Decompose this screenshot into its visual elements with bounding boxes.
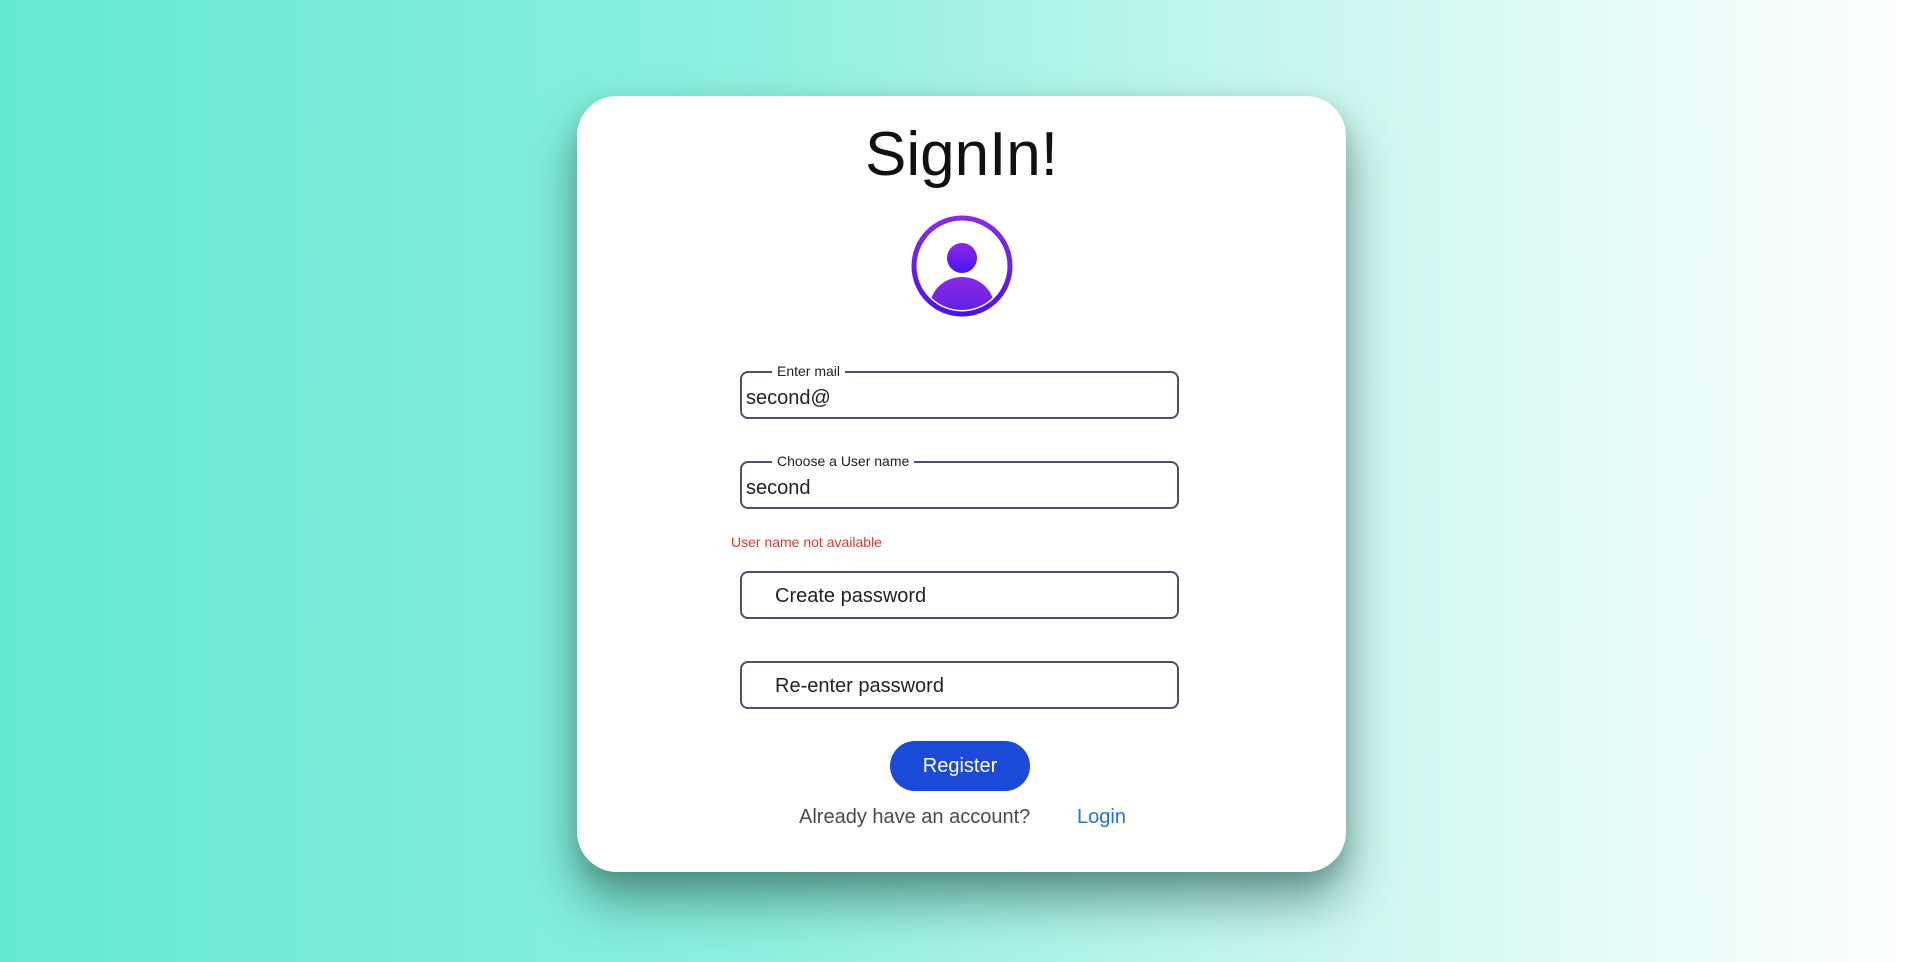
- username-field-label: Choose a User name: [772, 453, 915, 469]
- password-field[interactable]: Create password: [740, 571, 1179, 619]
- username-field[interactable]: Choose a User name second: [740, 453, 1179, 509]
- email-field-label: Enter mail: [772, 363, 846, 379]
- username-error-message: User name not available: [731, 534, 882, 550]
- confirm-password-field-placeholder: Re-enter password: [775, 675, 944, 697]
- email-field-value[interactable]: second@: [746, 387, 831, 409]
- account-prompt: Already have an account?: [799, 806, 1031, 828]
- email-field[interactable]: Enter mail second@: [740, 363, 1179, 419]
- register-button[interactable]: Register: [890, 741, 1030, 791]
- password-field-placeholder: Create password: [775, 585, 927, 607]
- confirm-password-field[interactable]: Re-enter password: [740, 661, 1179, 709]
- signin-card: SignIn! Enter mail second@ Choose a User…: [577, 96, 1346, 872]
- page-title: SignIn!: [864, 120, 1059, 189]
- user-avatar-icon: [911, 215, 1013, 317]
- username-field-value[interactable]: second: [746, 477, 811, 499]
- login-link[interactable]: Login: [1077, 805, 1126, 829]
